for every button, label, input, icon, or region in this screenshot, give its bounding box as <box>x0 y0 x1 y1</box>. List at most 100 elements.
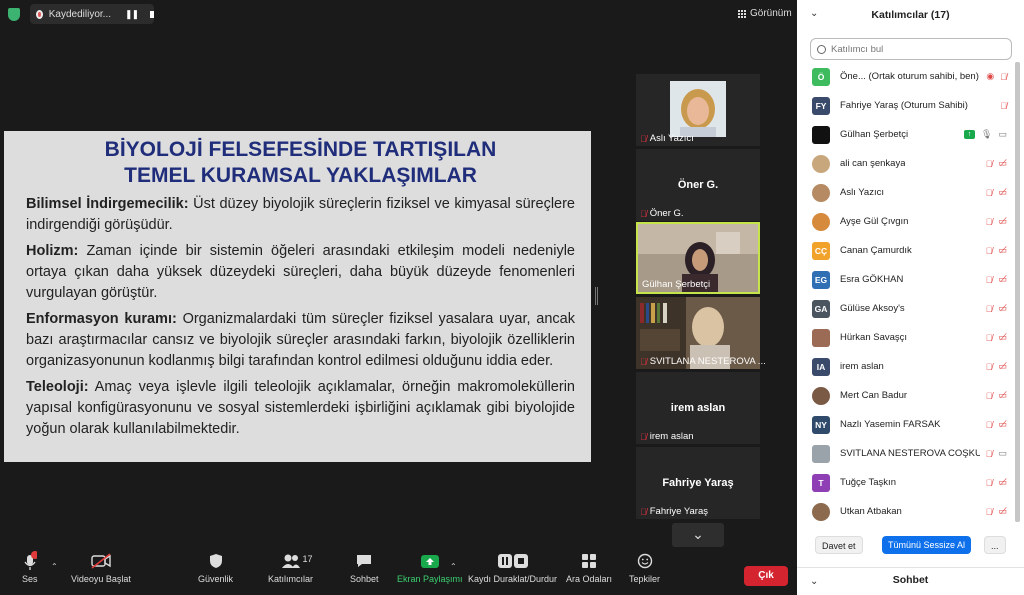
participant-row[interactable]: Ayşe Gül Çıvgın 🎙̸ ▭̸ <box>797 207 1015 236</box>
video-tile-irem[interactable]: irem aslan 🎙̸ irem aslan <box>636 372 760 444</box>
participant-row[interactable]: Aslı Yazıcı 🎙̸ ▭̸ <box>797 178 1015 207</box>
avatar <box>812 444 830 463</box>
camera-icon[interactable]: ▭ <box>998 129 1007 140</box>
participant-row[interactable]: IA irem aslan 🎙̸ ▭̸ <box>797 352 1015 381</box>
mic-muted-icon[interactable]: 🎙̸ <box>1000 72 1007 82</box>
camera-off-icon[interactable]: ▭̸ <box>998 187 1007 198</box>
share-options-caret-icon[interactable]: ⌃ <box>450 562 457 571</box>
participant-name: Nazlı Yasemin FARSAK <box>840 419 941 430</box>
more-tiles-chevron-down-icon[interactable]: ⌄ <box>672 523 724 547</box>
microphone-icon[interactable]: 🎙 <box>981 129 992 140</box>
avatar <box>812 328 830 347</box>
avatar: NY <box>812 415 830 434</box>
participant-row[interactable]: Utkan Atbakan 🎙̸ ▭̸ <box>797 497 1015 526</box>
camera-off-icon[interactable]: ▭̸ <box>998 303 1007 314</box>
mic-muted-icon[interactable]: 🎙̸ <box>986 391 993 401</box>
camera-off-icon[interactable]: ▭̸ <box>998 361 1007 372</box>
participants-button[interactable]: 17 Katılımcılar <box>268 548 313 584</box>
participant-row[interactable]: ali can şenkaya 🎙̸ ▭̸ <box>797 149 1015 178</box>
camera-off-icon[interactable]: ▭̸ <box>998 216 1007 227</box>
start-video-button[interactable]: Videoyu Başlat <box>71 548 131 584</box>
video-off-icon <box>90 548 112 574</box>
tile-name-tag: 🎙̸ Öner G. <box>640 208 684 219</box>
tile-name-tag: 🎙̸ Fahriye Yaraş <box>640 506 708 517</box>
collapse-chevron-down-icon[interactable]: ⌄ <box>810 8 818 19</box>
camera-off-icon[interactable]: ▭̸ <box>998 390 1007 401</box>
participant-search[interactable] <box>810 38 1012 60</box>
video-tile-oner[interactable]: Öner G. 🎙̸ Öner G. <box>636 149 760 221</box>
camera-off-icon[interactable]: ▭̸ <box>998 419 1007 430</box>
mic-muted-icon[interactable]: 🎙̸ <box>986 333 993 343</box>
scrollbar-thumb[interactable] <box>1015 62 1020 522</box>
participant-row[interactable]: GA Gülüse Aksoy's 🎙̸ ▭̸ <box>797 294 1015 323</box>
mic-muted-icon[interactable]: 🎙̸ <box>986 478 993 488</box>
mic-muted-icon[interactable]: 🎙̸ <box>986 304 993 314</box>
camera-off-icon[interactable]: ▭̸ <box>998 158 1007 169</box>
participant-row[interactable]: NY Nazlı Yasemin FARSAK 🎙̸ ▭̸ <box>797 410 1015 439</box>
mic-muted-icon[interactable]: 🎙̸ <box>986 217 993 227</box>
participant-list-scrollbar[interactable] <box>1015 62 1020 522</box>
breakout-rooms-button[interactable]: Ara Odaları <box>566 548 612 584</box>
security-button[interactable]: Güvenlik <box>198 548 233 584</box>
participants-icon: 17 <box>281 548 313 574</box>
leave-button[interactable]: Çık <box>744 566 788 586</box>
camera-off-icon[interactable]: ▭̸ <box>998 506 1007 517</box>
mic-muted-icon[interactable]: 🎙̸ <box>1000 101 1007 111</box>
slide-title-line2: TEMEL KURAMSAL YAKLAŞIMLAR <box>124 164 477 187</box>
audio-button[interactable]: Ses <box>22 548 38 584</box>
audio-options-caret-icon[interactable]: ⌃ <box>51 562 58 571</box>
participant-row[interactable]: EG Esra GÖKHAN 🎙̸ ▭̸ <box>797 265 1015 294</box>
mic-muted-icon[interactable]: 🎙̸ <box>986 507 993 517</box>
participant-name: Utkan Atbakan <box>840 506 902 517</box>
participant-row[interactable]: T Tuğçe Taşkın 🎙̸ ▭̸ <box>797 468 1015 497</box>
participant-row[interactable]: Hürkan Savaşçı 🎙̸ ▭̸ <box>797 323 1015 352</box>
participant-row[interactable]: Ö Öne... (Ortak oturum sahibi, ben) ◉ 🎙̸ <box>797 62 1015 91</box>
participant-row[interactable]: Gülhan Şerbetçi ↑ 🎙 ▭ <box>797 120 1015 149</box>
camera-off-icon[interactable]: ▭̸ <box>998 332 1007 343</box>
participant-row[interactable]: CÇ Canan Çamurdık 🎙̸ ▭̸ <box>797 236 1015 265</box>
view-button[interactable]: Görünüm <box>738 8 792 19</box>
reactions-button[interactable]: Tepkiler <box>629 548 660 584</box>
video-tile-fahriye[interactable]: Fahriye Yaraş 🎙̸ Fahriye Yaraş <box>636 447 760 519</box>
tile-name: Aslı Yazıcı <box>649 133 694 144</box>
mic-muted-icon[interactable]: 🎙̸ <box>986 420 993 430</box>
camera-icon[interactable]: ▭ <box>998 448 1007 459</box>
mic-muted-icon: 🎙̸ <box>640 431 647 442</box>
chat-panel-header[interactable]: ⌄ Sohbet <box>797 567 1024 595</box>
slide-paragraph: Bilimsel İndirgemecilik: Üst düzey biyol… <box>26 194 575 236</box>
mic-muted-icon[interactable]: 🎙̸ <box>986 188 993 198</box>
participant-row[interactable]: FY Fahriye Yaraş (Oturum Sahibi) 🎙̸ <box>797 91 1015 120</box>
mic-muted-icon[interactable]: 🎙̸ <box>986 159 993 169</box>
tile-name: irem aslan <box>649 431 694 442</box>
video-tile-svitlana[interactable]: 🎙̸ SVITLANA NESTEROVA ... <box>636 297 766 369</box>
participant-search-input[interactable] <box>831 43 1001 55</box>
mic-muted-icon[interactable]: 🎙̸ <box>986 275 993 285</box>
participant-name: Aslı Yazıcı <box>840 187 884 198</box>
avatar: CÇ <box>812 241 830 260</box>
participant-row[interactable]: Mert Can Badur 🎙̸ ▭̸ <box>797 381 1015 410</box>
camera-off-icon[interactable]: ▭̸ <box>998 477 1007 488</box>
mic-muted-icon[interactable]: 🎙̸ <box>986 449 993 459</box>
more-options-button[interactable]: ... <box>984 536 1006 554</box>
chat-button[interactable]: Sohbet <box>350 548 379 584</box>
participant-row[interactable]: SVITLANA NESTEROVA COŞKUN 🎙̸ ▭ <box>797 439 1015 468</box>
mic-muted-icon[interactable]: 🎙̸ <box>986 246 993 256</box>
video-tile-asli[interactable]: 🎙̸ Aslı Yazıcı <box>636 74 760 146</box>
panel-splitter-handle[interactable] <box>595 287 598 305</box>
microphone-icon <box>23 548 37 574</box>
camera-off-icon[interactable]: ▭̸ <box>998 274 1007 285</box>
pause-stop-recording-button[interactable]: Kaydı Duraklat/Durdur <box>468 548 557 584</box>
tile-name-tag: 🎙̸ irem aslan <box>640 431 694 442</box>
tile-name: SVITLANA NESTEROVA ... <box>649 356 766 367</box>
invite-button[interactable]: Davet et <box>815 536 863 554</box>
shield-icon[interactable] <box>8 8 20 21</box>
stop-recording-icon[interactable] <box>150 10 154 18</box>
mic-muted-icon[interactable]: 🎙̸ <box>986 362 993 372</box>
pause-recording-icon[interactable]: ❚❚ <box>125 9 139 20</box>
audio-label: Ses <box>22 574 38 584</box>
share-screen-label: Ekran Paylaşımı <box>397 574 463 584</box>
video-tile-gulhan[interactable]: Gülhan Şerbetçi <box>636 222 760 294</box>
participant-name: Esra GÖKHAN <box>840 274 904 285</box>
mute-all-button[interactable]: Tümünü Sessize Al <box>882 536 972 554</box>
camera-off-icon[interactable]: ▭̸ <box>998 245 1007 256</box>
